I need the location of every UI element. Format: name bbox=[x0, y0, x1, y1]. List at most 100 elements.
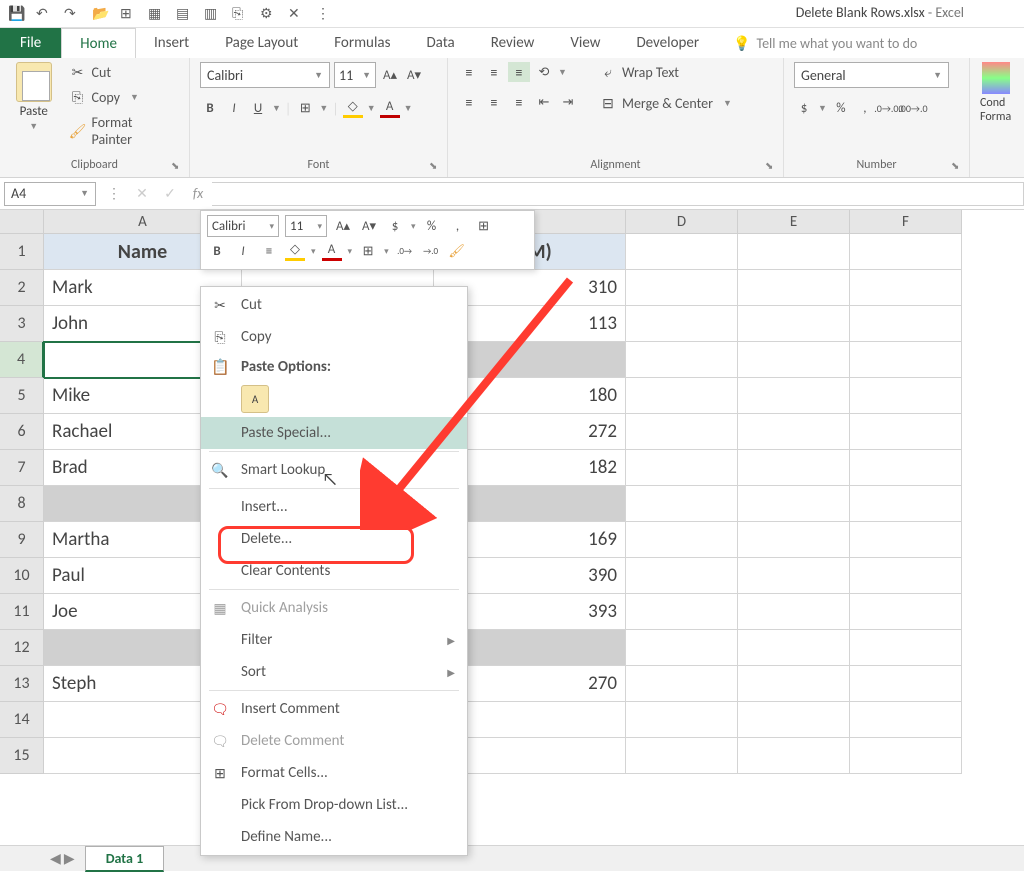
borders-icon[interactable]: ⊞ bbox=[474, 216, 494, 236]
ctx-format-cells[interactable]: ⊞Format Cells... bbox=[201, 757, 467, 789]
row-header[interactable]: 11 bbox=[0, 594, 44, 630]
cell[interactable] bbox=[738, 270, 850, 306]
ctx-cut[interactable]: ✂Cut bbox=[201, 289, 467, 321]
cell[interactable] bbox=[850, 450, 962, 486]
mini-size-select[interactable]: 11▾ bbox=[285, 215, 327, 237]
paste-button[interactable]: Paste ▼ bbox=[10, 62, 58, 132]
cell[interactable] bbox=[626, 414, 738, 450]
qat-icon[interactable]: ⋮ bbox=[316, 5, 334, 23]
align-icon[interactable]: ≡ bbox=[259, 241, 279, 261]
cell[interactable] bbox=[626, 450, 738, 486]
wrap-text-button[interactable]: ⤶Wrap Text bbox=[596, 62, 736, 83]
row-header[interactable]: 7 bbox=[0, 450, 44, 486]
cell[interactable] bbox=[626, 558, 738, 594]
tab-home[interactable]: Home bbox=[61, 28, 136, 58]
number-format-select[interactable]: General▼ bbox=[794, 62, 949, 88]
italic-button[interactable]: I bbox=[224, 98, 244, 118]
row-header[interactable]: 14 bbox=[0, 702, 44, 738]
cell[interactable] bbox=[850, 738, 962, 774]
cell[interactable] bbox=[738, 414, 850, 450]
row-header[interactable]: 12 bbox=[0, 630, 44, 666]
format-painter-button[interactable]: 🖌Format Painter bbox=[66, 112, 179, 150]
font-color-icon[interactable]: A bbox=[322, 241, 342, 261]
qat-icon[interactable]: ✕ bbox=[288, 5, 306, 23]
cell[interactable] bbox=[738, 306, 850, 342]
cell[interactable] bbox=[626, 306, 738, 342]
cell[interactable] bbox=[626, 270, 738, 306]
dialog-launcher-icon[interactable]: ⬊ bbox=[951, 159, 965, 173]
font-size-select[interactable]: 11▼ bbox=[334, 62, 376, 88]
fill-color-icon[interactable]: ◇ bbox=[285, 241, 305, 261]
sheet-tab-active[interactable]: Data 1 bbox=[85, 846, 165, 872]
increase-decimal-icon[interactable]: .0→.00 bbox=[879, 98, 899, 118]
tab-developer[interactable]: Developer bbox=[618, 28, 717, 58]
tab-file[interactable]: File bbox=[0, 28, 61, 58]
row-header[interactable]: 4 bbox=[0, 342, 44, 378]
cell[interactable] bbox=[738, 594, 850, 630]
mini-font-select[interactable]: Calibri▾ bbox=[207, 215, 279, 237]
cancel-icon[interactable]: ✕ bbox=[128, 185, 156, 202]
row-header[interactable]: 8 bbox=[0, 486, 44, 522]
cell[interactable] bbox=[850, 594, 962, 630]
fill-color-button[interactable]: ◇ bbox=[343, 98, 363, 118]
dialog-launcher-icon[interactable]: ⬊ bbox=[765, 159, 779, 173]
row-header[interactable]: 13 bbox=[0, 666, 44, 702]
cell[interactable] bbox=[738, 234, 850, 270]
qat-icon[interactable]: ▦ bbox=[148, 5, 166, 23]
row-header[interactable]: 9 bbox=[0, 522, 44, 558]
cell[interactable] bbox=[738, 450, 850, 486]
cell[interactable] bbox=[626, 630, 738, 666]
cell[interactable] bbox=[626, 702, 738, 738]
save-icon[interactable]: 💾 bbox=[8, 5, 26, 23]
decrease-decimal-icon[interactable]: →.0 bbox=[421, 241, 441, 261]
cell[interactable] bbox=[626, 342, 738, 378]
col-header-E[interactable]: E bbox=[738, 210, 850, 234]
increase-decimal-icon[interactable]: .0→ bbox=[395, 241, 415, 261]
cell[interactable] bbox=[850, 234, 962, 270]
col-header-F[interactable]: F bbox=[850, 210, 962, 234]
col-header-D[interactable]: D bbox=[626, 210, 738, 234]
cut-button[interactable]: ✂Cut bbox=[66, 62, 179, 83]
cell[interactable] bbox=[738, 378, 850, 414]
cell[interactable] bbox=[738, 666, 850, 702]
cell[interactable] bbox=[738, 486, 850, 522]
align-center-icon[interactable]: ≡ bbox=[483, 92, 505, 112]
ctx-delete[interactable]: Delete... bbox=[201, 523, 467, 555]
percent-icon[interactable]: % bbox=[422, 216, 442, 236]
cell[interactable] bbox=[850, 486, 962, 522]
increase-indent-icon[interactable]: ⇥ bbox=[558, 92, 578, 112]
tab-data[interactable]: Data bbox=[408, 28, 472, 58]
cell[interactable] bbox=[850, 342, 962, 378]
paste-option-all[interactable]: A bbox=[241, 385, 269, 413]
ctx-filter[interactable]: Filter▶ bbox=[201, 624, 467, 656]
qat-icon[interactable]: ▥ bbox=[204, 5, 222, 23]
sheet-nav[interactable]: ◀ ▶ bbox=[40, 850, 85, 867]
accounting-icon[interactable]: $ bbox=[385, 216, 405, 236]
cell[interactable] bbox=[850, 270, 962, 306]
name-box[interactable]: A4▼ bbox=[4, 182, 96, 206]
row-header[interactable]: 5 bbox=[0, 378, 44, 414]
formula-input[interactable] bbox=[212, 182, 1024, 206]
percent-icon[interactable]: % bbox=[831, 98, 851, 118]
cell[interactable] bbox=[738, 702, 850, 738]
orientation-icon[interactable]: ⟲ bbox=[534, 62, 554, 82]
tab-formulas[interactable]: Formulas bbox=[316, 28, 408, 58]
cell[interactable] bbox=[850, 666, 962, 702]
cell[interactable] bbox=[738, 558, 850, 594]
tab-view[interactable]: View bbox=[552, 28, 618, 58]
row-header[interactable]: 15 bbox=[0, 738, 44, 774]
tab-review[interactable]: Review bbox=[473, 28, 553, 58]
cell[interactable] bbox=[626, 738, 738, 774]
open-icon[interactable]: 📂 bbox=[92, 5, 110, 23]
ctx-insert[interactable]: Insert... bbox=[201, 491, 467, 523]
ctx-define-name[interactable]: Define Name... bbox=[201, 821, 467, 853]
increase-font-icon[interactable]: A▴ bbox=[333, 216, 353, 236]
align-top-icon[interactable]: ≡ bbox=[458, 62, 480, 82]
row-header[interactable]: 2 bbox=[0, 270, 44, 306]
cell[interactable] bbox=[850, 306, 962, 342]
qat-icon[interactable]: ⎘ bbox=[232, 5, 250, 23]
bold-button[interactable]: B bbox=[200, 98, 220, 118]
font-name-select[interactable]: Calibri▼ bbox=[200, 62, 330, 88]
cell[interactable] bbox=[738, 342, 850, 378]
decrease-font-icon[interactable]: A▾ bbox=[404, 65, 424, 85]
